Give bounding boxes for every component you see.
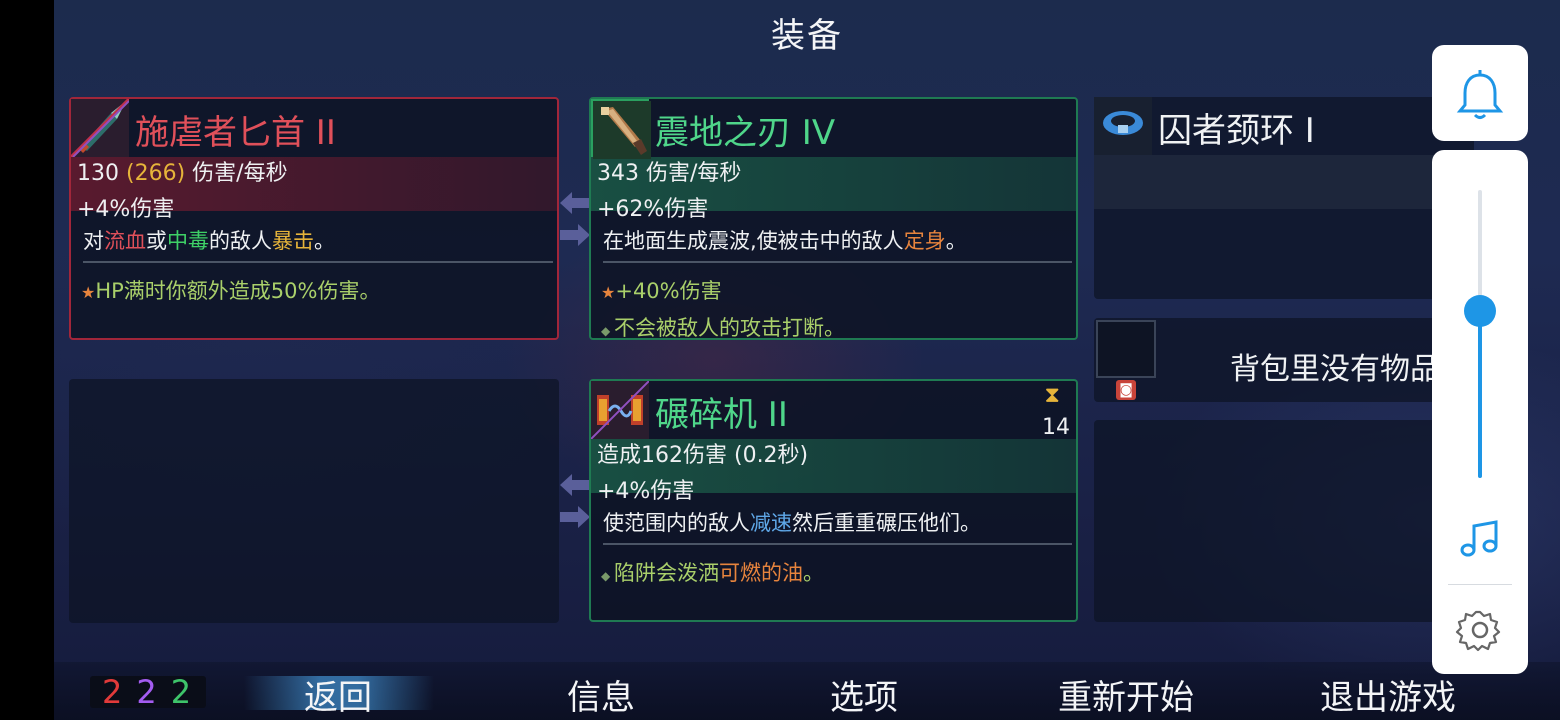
diamond-icon: ◆: [601, 324, 615, 338]
volume-slider-fill: [1478, 310, 1482, 478]
tactics-count: 2: [136, 673, 171, 711]
stat-counters: 222: [90, 676, 206, 708]
backpack-slot[interactable]: [1096, 320, 1156, 378]
backpack-card[interactable]: ◙ 背包里没有物品: [1094, 318, 1474, 402]
star-icon: ★: [601, 283, 616, 302]
item-name: 囚者颈环 I: [1158, 111, 1315, 151]
description: 使范围内的敌人减速然后重重碾压他们。: [603, 511, 981, 535]
quit-game-button[interactable]: 退出游戏: [1320, 670, 1456, 719]
divider: [83, 261, 553, 263]
dps-line: 130 (266) 伤害/每秒: [77, 161, 288, 186]
perk-line: ★+40%伤害: [601, 279, 722, 303]
backpack-empty-text: 背包里没有物品: [1230, 352, 1440, 387]
description: 对流血或中毒的敌人暴击。: [83, 229, 335, 253]
empty-slot-card[interactable]: [69, 379, 559, 623]
bonus-line: +4%伤害: [77, 197, 175, 222]
diamond-icon: ◆: [601, 569, 615, 583]
empty-slot-card[interactable]: [1094, 420, 1474, 622]
collar-icon: [1094, 97, 1152, 155]
perk-line: ★HP满时你额外造成50%伤害。: [81, 279, 381, 303]
gear-icon[interactable]: [1432, 596, 1528, 666]
weapon-secondary-card[interactable]: 震地之刃 IV 343 伤害/每秒 +62%伤害 在地面生成震波,使被击中的敌人…: [589, 97, 1078, 340]
item-name: 施虐者匕首 II: [135, 113, 336, 153]
back-button[interactable]: 返回: [304, 670, 372, 719]
bell-icon: [1456, 70, 1504, 119]
backpack-icon: ◙: [1116, 380, 1136, 400]
perk-line: ◆ 不会被敌人的攻击打断。: [601, 316, 846, 340]
item-name: 震地之刃 IV: [655, 113, 836, 153]
damage-line: 造成162伤害 (0.2秒): [597, 443, 809, 468]
swap-arrow-left-icon[interactable]: [560, 192, 590, 214]
volume-panel: [1432, 150, 1528, 674]
item-name: 碾碎机 II: [655, 395, 788, 435]
page-title: 装备: [771, 16, 843, 56]
perk-line: ◆ 陷阱会泼洒可燃的油。: [601, 561, 825, 585]
stat-band: [1094, 155, 1474, 209]
options-button[interactable]: 选项: [830, 670, 898, 719]
dps-line: 343 伤害/每秒: [597, 161, 742, 186]
music-icon[interactable]: [1432, 506, 1528, 576]
info-button[interactable]: 信息: [567, 670, 635, 719]
bonus-line: +4%伤害: [597, 479, 695, 504]
game-screen: 装备 施虐者匕首 II 130 (266) 伤害/每秒 +4%伤害 对流血或中毒…: [54, 0, 1560, 720]
swap-arrow-right-icon[interactable]: [560, 506, 590, 528]
bonus-line: +62%伤害: [597, 197, 709, 222]
overlay-divider: [1448, 584, 1512, 585]
volume-slider-knob[interactable]: [1464, 294, 1496, 327]
survival-count: 2: [170, 673, 206, 711]
restart-button[interactable]: 重新开始: [1058, 670, 1194, 719]
amulet-card[interactable]: 囚者颈环 I: [1094, 97, 1474, 299]
description: 在地面生成震波,使被击中的敌人定身。: [603, 229, 967, 253]
divider: [603, 261, 1072, 263]
star-icon: ★: [81, 283, 96, 302]
divider: [603, 543, 1072, 545]
brutality-count: 2: [102, 673, 137, 711]
weapon-primary-card[interactable]: 施虐者匕首 II 130 (266) 伤害/每秒 +4%伤害 对流血或中毒的敌人…: [69, 97, 559, 340]
sword-icon: [591, 99, 651, 159]
skill-card[interactable]: 碾碎机 II ⧗ 14 造成162伤害 (0.2秒) +4%伤害 使范围内的敌人…: [589, 379, 1078, 622]
swap-arrow-left-icon[interactable]: [560, 474, 590, 496]
cooldown-value: 14: [1042, 415, 1070, 440]
swap-arrow-right-icon[interactable]: [560, 224, 590, 246]
dagger-icon: [71, 99, 129, 157]
cooldown-icon: ⧗: [1044, 383, 1060, 408]
crusher-icon: [591, 381, 649, 439]
notification-toggle[interactable]: [1432, 45, 1528, 141]
